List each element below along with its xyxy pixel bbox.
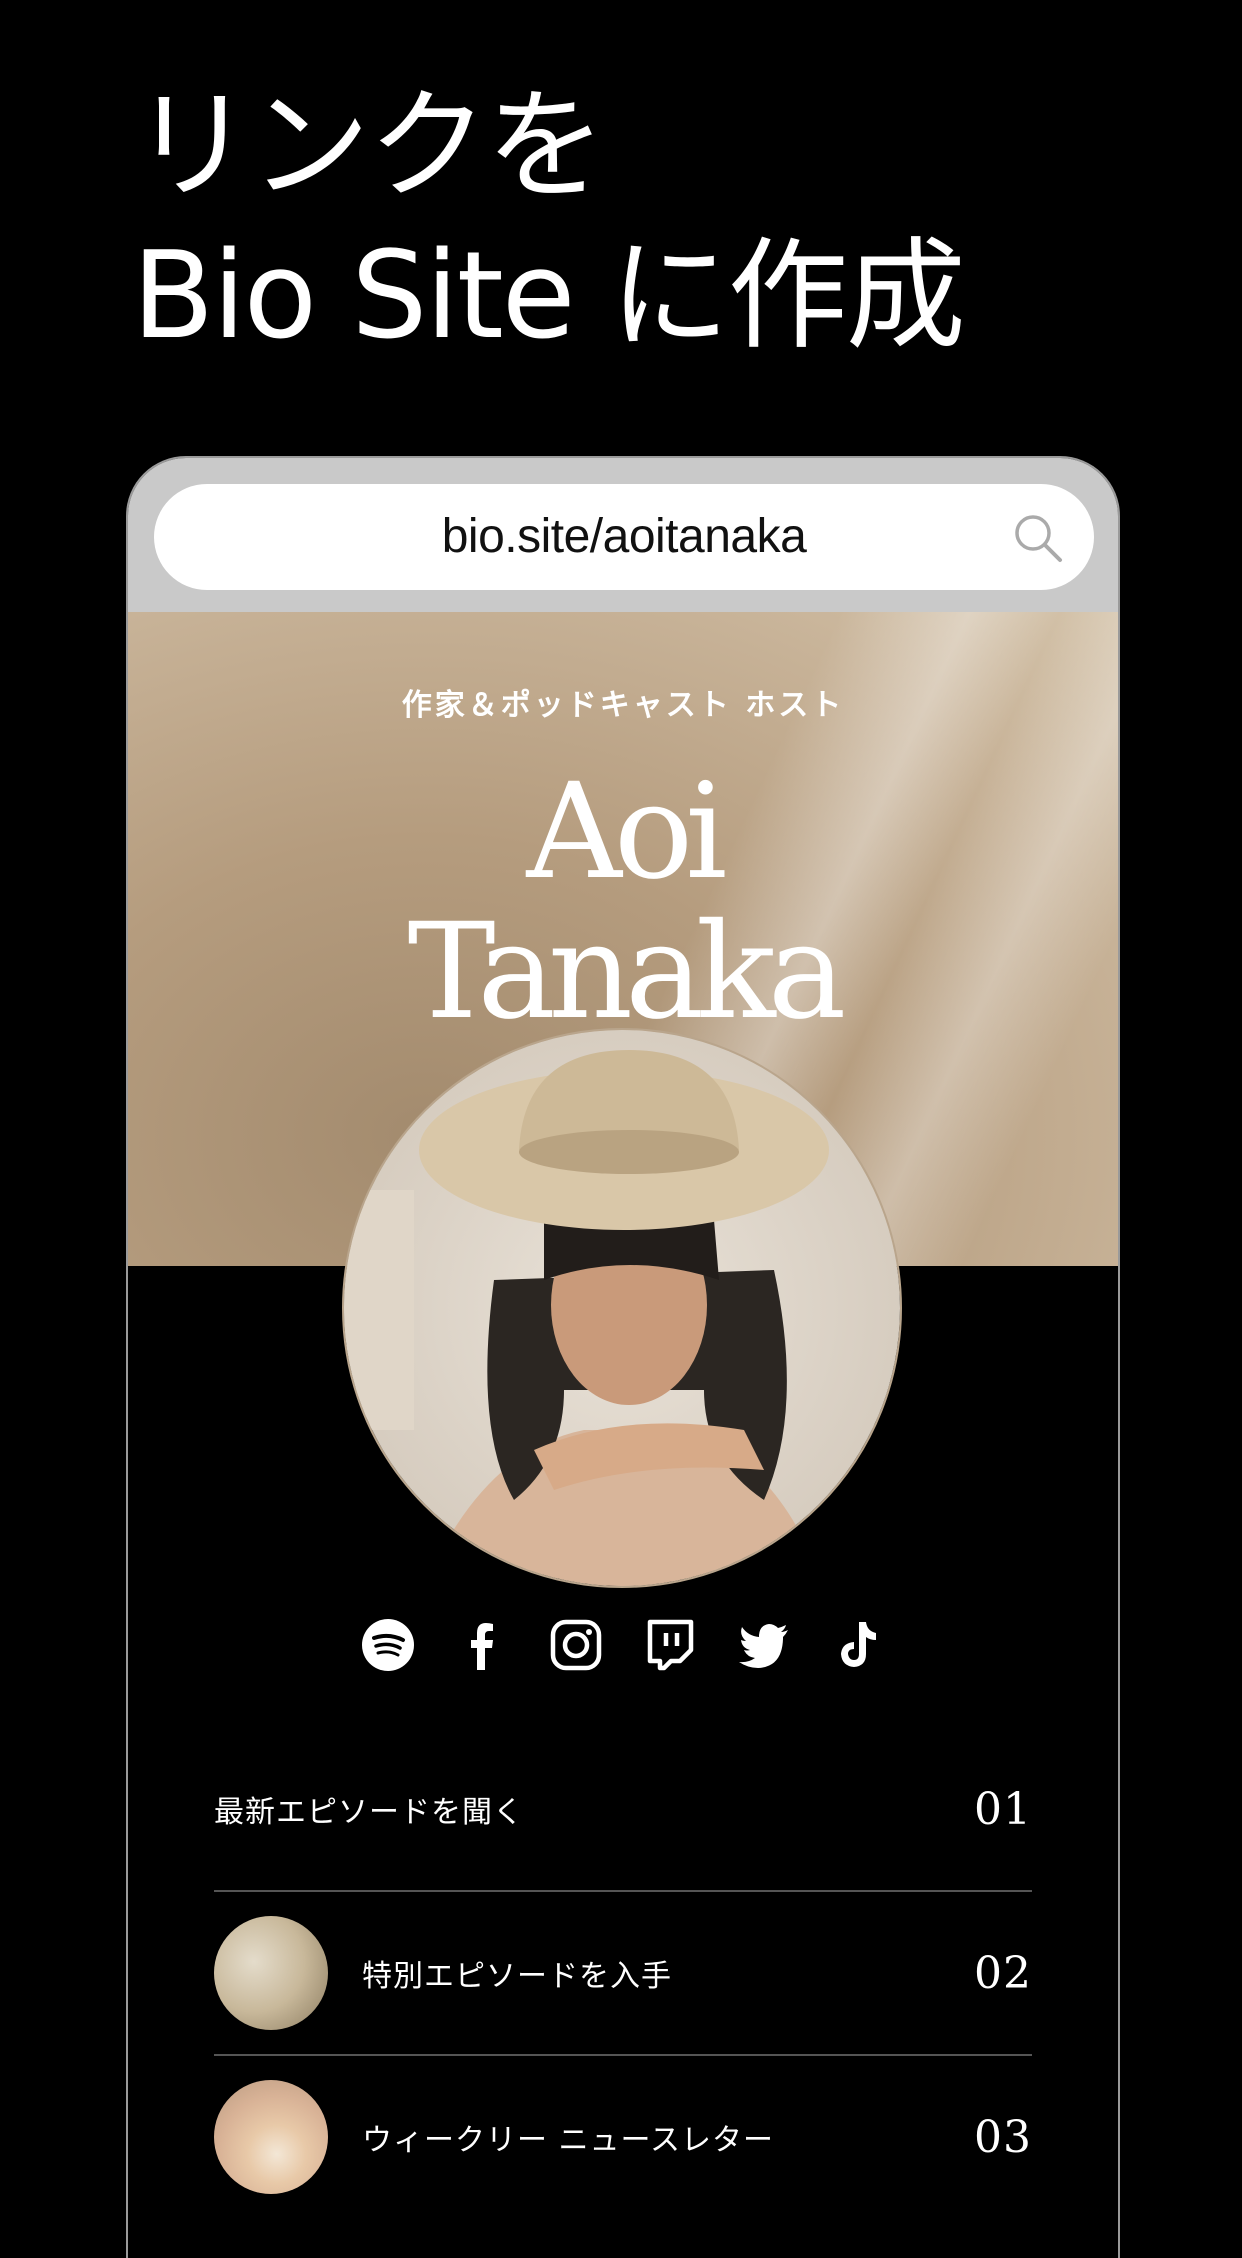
link-number: 02 [974, 1947, 1032, 1999]
link-number: 03 [974, 2111, 1032, 2163]
search-icon[interactable] [1012, 512, 1064, 564]
twitter-icon[interactable] [737, 1618, 791, 1672]
link-thumbnail [214, 1916, 328, 2030]
address-bar[interactable]: bio.site/aoitanaka [154, 484, 1094, 590]
social-links [128, 1618, 1118, 1688]
instagram-icon[interactable] [549, 1618, 603, 1672]
profile-avatar [342, 1028, 902, 1588]
link-number: 01 [974, 1783, 1032, 1835]
twitch-icon[interactable] [643, 1618, 697, 1672]
facebook-icon[interactable] [455, 1618, 509, 1672]
profile-name: Aoi Tanaka [128, 762, 1118, 1042]
phone-frame: bio.site/aoitanaka 作家＆ポッドキャスト ホスト Aoi Ta… [126, 456, 1120, 2258]
link-label: ウィークリー ニュースレター [362, 2123, 775, 2158]
link-thumbnail [214, 2080, 328, 2194]
avatar-photo [344, 1030, 900, 1586]
profile-last-name: Tanaka [407, 895, 847, 1049]
link-item-3[interactable]: ウィークリー ニュースレター 03 [214, 2056, 1032, 2218]
link-list: 最新エピソードを聞く 01 特別エピソードを入手 02 ウィークリー ニュースレ… [214, 1728, 1032, 2218]
link-label: 最新エピソードを聞く [214, 1795, 524, 1830]
link-item-1[interactable]: 最新エピソードを聞く 01 [214, 1728, 1032, 1892]
url-text[interactable]: bio.site/aoitanaka [154, 484, 1094, 590]
spotify-icon[interactable] [361, 1618, 415, 1672]
headline-line-1: リンクを [132, 77, 606, 216]
profile-subtitle: 作家＆ポッドキャスト ホスト [401, 688, 845, 723]
link-item-2[interactable]: 特別エピソードを入手 02 [214, 1892, 1032, 2056]
tiktok-icon[interactable] [831, 1618, 885, 1672]
headline: リンクを Bio Site に作成 [132, 72, 1132, 372]
headline-line-2: Bio Site に作成 [132, 227, 966, 366]
profile-first-name: Aoi [526, 755, 727, 909]
browser-toolbar: bio.site/aoitanaka [128, 458, 1118, 612]
link-label: 特別エピソードを入手 [362, 1959, 672, 1994]
